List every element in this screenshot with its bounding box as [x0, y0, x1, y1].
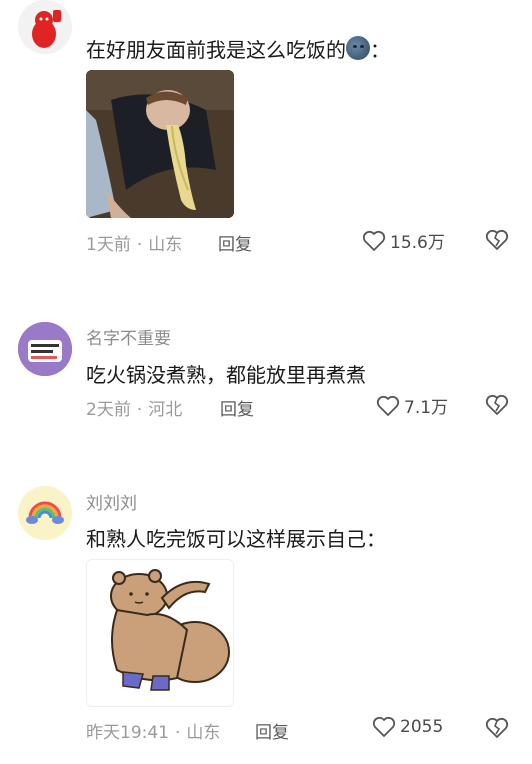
comment-meta: 昨天19:41 · 山东	[86, 718, 220, 743]
username[interactable]: 刘刘刘	[86, 489, 137, 514]
comment-time: 1天前	[86, 235, 131, 255]
user-avatar[interactable]	[18, 0, 72, 54]
username[interactable]: 名字不重要	[86, 324, 171, 349]
comment-time: 2天前	[86, 400, 131, 420]
reply-button[interactable]: 回复	[255, 718, 289, 743]
comment-time: 昨天19:41	[86, 723, 169, 743]
user-avatar[interactable]	[18, 322, 72, 376]
comment-location: 山东	[186, 723, 221, 743]
comment-text: 在好朋友面前我是这么吃饭的：	[86, 36, 390, 62]
heart-icon	[372, 716, 396, 737]
reply-button[interactable]: 回复	[218, 230, 252, 255]
man-eating-noodles-image	[86, 70, 234, 218]
dislike-button[interactable]	[484, 227, 510, 253]
user-avatar[interactable]	[18, 486, 72, 540]
comment-location: 山东	[148, 235, 183, 255]
comment-image[interactable]	[86, 559, 234, 707]
like-count: 15.6万	[390, 233, 445, 253]
meta-separator: ·	[175, 723, 181, 743]
meta-separator: ·	[136, 235, 143, 255]
like-button[interactable]: 2055	[372, 716, 443, 738]
chubby-bear-sticker-image	[87, 560, 233, 706]
broken-heart-icon	[485, 717, 509, 738]
moon-face-emoji-icon	[346, 36, 370, 60]
dislike-button[interactable]	[484, 715, 510, 741]
heart-icon	[376, 395, 400, 416]
like-button[interactable]: 15.6万	[362, 228, 445, 253]
comment-location: 河北	[148, 400, 183, 420]
like-count: 7.1万	[404, 398, 449, 418]
red-mascot-avatar-icon	[18, 0, 72, 54]
rainbow-avatar-icon	[18, 486, 72, 540]
comment-text: 吃火锅没煮熟，都能放里再煮煮	[86, 363, 366, 387]
comment-text: 和熟人吃完饭可以这样展示自己：	[86, 527, 386, 551]
reply-button[interactable]: 回复	[220, 395, 254, 420]
purple-sticker-avatar-icon	[18, 322, 72, 376]
broken-heart-icon	[485, 229, 509, 250]
comment-meta: 2天前 · 河北	[86, 395, 182, 420]
meta-separator: ·	[136, 400, 143, 420]
dislike-button[interactable]	[484, 392, 510, 418]
heart-icon	[362, 230, 386, 251]
comment-image[interactable]	[86, 70, 234, 218]
comment-meta: 1天前 · 山东	[86, 230, 182, 255]
broken-heart-icon	[485, 394, 509, 415]
like-button[interactable]: 7.1万	[376, 393, 448, 418]
like-count: 2055	[400, 717, 444, 737]
